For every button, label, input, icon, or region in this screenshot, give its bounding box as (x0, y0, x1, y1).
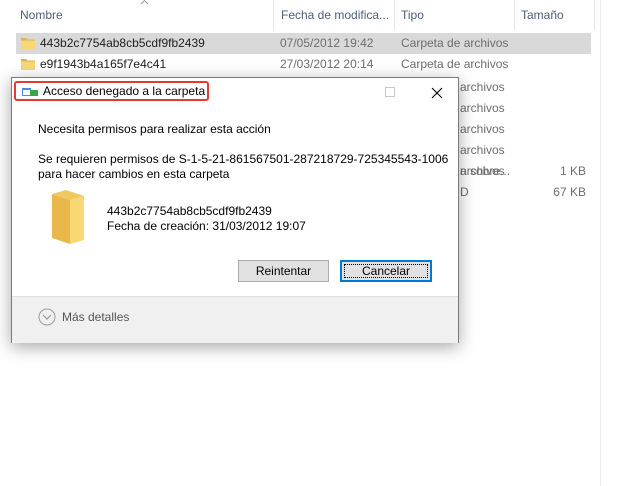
column-size[interactable]: Tamaño (515, 0, 595, 30)
shield-folder-icon (22, 88, 38, 96)
dialog-message: Necesita permisos para realizar esta acc… (38, 122, 271, 136)
chevron-down-circle-icon (38, 308, 56, 326)
file-type: archivos (460, 80, 505, 94)
cancel-label: Cancelar (361, 264, 411, 278)
detail-line: Se requieren permisos de S-1-5-21-861567… (38, 152, 449, 166)
file-name: 443b2c7754ab8cb5cdf9fb2439 (40, 36, 205, 50)
dialog-title: Acceso denegado a la carpeta (43, 84, 206, 98)
dialog-titlebar[interactable]: Acceso denegado a la carpeta (12, 78, 458, 106)
title-highlight-box: Acceso denegado a la carpeta (14, 81, 209, 101)
file-row[interactable]: 443b2c7754ab8cb5cdf9fb2439 07/05/2012 19… (16, 33, 591, 54)
file-size: 1 KB (559, 164, 586, 178)
file-size: 67 KB (553, 185, 586, 199)
folder-icon (21, 38, 35, 49)
dialog-content: Necesita permisos para realizar esta acc… (12, 106, 458, 296)
dialog-detail: Se requieren permisos de S-1-5-21-861567… (38, 152, 448, 182)
scrollbar-track[interactable] (600, 0, 601, 486)
detail-line: para hacer cambios en esta carpeta (38, 167, 230, 181)
column-name[interactable]: Nombre (14, 0, 274, 30)
more-details-label: Más detalles (62, 310, 130, 324)
file-row[interactable]: e9f1943b4a165f7e4c41 27/03/2012 20:14 Ca… (16, 54, 591, 75)
maximize-button[interactable] (368, 78, 414, 106)
maximize-icon (385, 87, 395, 97)
file-type: Carpeta de archivos (401, 57, 509, 71)
dialog-footer: Más detalles (12, 296, 458, 343)
folder-icon (21, 59, 35, 70)
folder-created-date: Fecha de creación: 31/03/2012 19:07 (107, 219, 306, 233)
minimize-button[interactable] (322, 78, 368, 106)
file-type: D (460, 185, 469, 199)
file-type: archivos (460, 122, 505, 136)
file-name: e9f1943b4a165f7e4c41 (40, 57, 167, 71)
folder-icon (52, 190, 84, 244)
file-date: 07/05/2012 19:42 (280, 36, 374, 50)
column-type[interactable]: Tipo (395, 0, 515, 30)
access-denied-dialog: Acceso denegado a la carpeta Necesita pe… (11, 77, 459, 343)
file-type: archivos (460, 101, 505, 115)
file-type: n sobre... (460, 164, 511, 178)
retry-button[interactable]: Reintentar (238, 260, 329, 282)
file-type: Carpeta de archivos (401, 36, 509, 50)
column-header: Nombre Fecha de modifica... Tipo Tamaño (0, 0, 600, 30)
folder-name: 443b2c7754ab8cb5cdf9fb2439 (107, 204, 272, 218)
minimize-icon (339, 92, 349, 94)
file-type: archivos (460, 143, 505, 157)
close-button[interactable] (414, 78, 460, 106)
cancel-button[interactable]: Cancelar (340, 260, 432, 282)
close-icon (431, 87, 443, 99)
file-date: 27/03/2012 20:14 (280, 57, 374, 71)
column-date[interactable]: Fecha de modifica... (275, 0, 395, 30)
